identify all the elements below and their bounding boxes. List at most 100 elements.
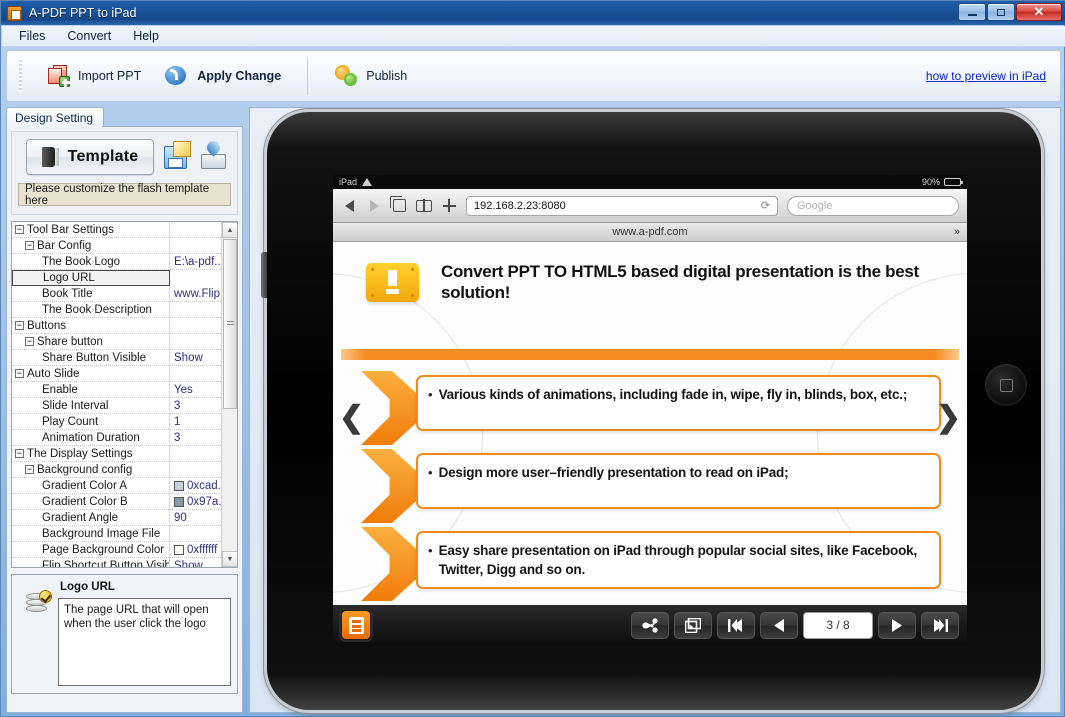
next-page-button[interactable] bbox=[878, 611, 916, 639]
property-name: − Auto Slide bbox=[12, 365, 170, 382]
scroll-down-button[interactable]: ▼ bbox=[222, 551, 237, 567]
property-row[interactable]: Book Title www.Flip... bbox=[12, 285, 221, 302]
property-value[interactable]: 0xffffff bbox=[170, 542, 221, 558]
scroll-thumb[interactable] bbox=[223, 239, 237, 409]
property-row[interactable]: Share Button Visible Show bbox=[12, 349, 221, 366]
property-value[interactable]: 0x97a... bbox=[170, 494, 221, 510]
property-value[interactable] bbox=[170, 318, 221, 334]
expander-icon[interactable]: − bbox=[25, 465, 34, 474]
property-value[interactable] bbox=[170, 366, 221, 382]
template-button[interactable]: Template bbox=[26, 139, 154, 175]
menu-item-convert[interactable]: Convert bbox=[58, 27, 120, 45]
how-to-preview-link[interactable]: how to preview in iPad bbox=[926, 69, 1046, 83]
player-controls: 3 / 8 bbox=[631, 611, 959, 639]
back-button[interactable] bbox=[341, 198, 357, 214]
property-row[interactable]: The Book Description bbox=[12, 301, 221, 318]
property-row[interactable]: Gradient Angle 90 bbox=[12, 509, 221, 526]
property-value[interactable] bbox=[170, 302, 221, 318]
property-row[interactable]: Animation Duration 3 bbox=[12, 429, 221, 446]
property-value[interactable] bbox=[170, 462, 221, 478]
property-row[interactable]: Background Image File bbox=[12, 525, 221, 542]
minimize-button[interactable] bbox=[958, 3, 986, 21]
property-row[interactable]: − Bar Config bbox=[12, 237, 221, 254]
slide-next-arrow[interactable]: ❯ bbox=[936, 403, 961, 433]
expander-icon[interactable]: − bbox=[25, 337, 34, 346]
property-row[interactable]: Page Background Color 0xffffff bbox=[12, 541, 221, 558]
bookmarks-button[interactable] bbox=[416, 198, 432, 214]
close-button[interactable]: ✕ bbox=[1016, 3, 1062, 21]
slide-prev-arrow[interactable]: ❮ bbox=[339, 403, 364, 433]
property-value[interactable] bbox=[170, 526, 221, 542]
publish-button[interactable]: Publish bbox=[322, 60, 419, 92]
property-value[interactable]: E:\a-pdf.... bbox=[170, 254, 221, 270]
tab-design-setting[interactable]: Design Setting bbox=[6, 107, 105, 127]
thumbnails-button[interactable] bbox=[674, 611, 712, 639]
toolbar-grip[interactable] bbox=[19, 60, 22, 92]
expander-icon[interactable]: − bbox=[15, 369, 24, 378]
property-value[interactable] bbox=[170, 222, 221, 238]
property-value[interactable] bbox=[170, 446, 221, 462]
property-row[interactable]: − Tool Bar Settings bbox=[12, 222, 221, 238]
property-row[interactable]: − Auto Slide bbox=[12, 365, 221, 382]
apply-change-button[interactable]: Apply Change bbox=[153, 60, 293, 92]
property-row[interactable]: Play Count 1 bbox=[12, 413, 221, 430]
import-ppt-button[interactable]: Import PPT bbox=[36, 60, 153, 92]
property-name: Animation Duration bbox=[12, 429, 170, 446]
ipad-home-button[interactable] bbox=[985, 364, 1027, 406]
new-tab-button[interactable] bbox=[441, 198, 457, 214]
property-value[interactable]: 0xcad... bbox=[170, 478, 221, 494]
share-button[interactable] bbox=[631, 611, 669, 639]
property-row[interactable]: Logo URL bbox=[12, 269, 221, 286]
first-page-button[interactable] bbox=[717, 611, 755, 639]
property-value[interactable]: 3 bbox=[170, 430, 221, 446]
property-row[interactable]: − Buttons bbox=[12, 317, 221, 334]
page-indicator[interactable]: 3 / 8 bbox=[803, 611, 873, 639]
property-value[interactable] bbox=[170, 269, 221, 286]
ipad-device-frame: iPad 90% 192.168.2.23:8080 ⟳ Google www.… bbox=[261, 112, 1041, 710]
property-row[interactable]: Gradient Color A 0xcad... bbox=[12, 477, 221, 494]
last-page-button[interactable] bbox=[921, 611, 959, 639]
forward-button[interactable] bbox=[366, 198, 382, 214]
property-value[interactable]: Show bbox=[170, 558, 221, 568]
more-bookmarks-icon[interactable]: » bbox=[954, 226, 960, 238]
search-input[interactable]: Google bbox=[787, 195, 959, 216]
property-row[interactable]: − Share button bbox=[12, 333, 221, 350]
property-value[interactable] bbox=[170, 238, 221, 254]
url-input[interactable]: 192.168.2.23:8080 ⟳ bbox=[466, 195, 778, 216]
property-row[interactable]: Gradient Color B 0x97a... bbox=[12, 493, 221, 510]
property-grid[interactable]: − Tool Bar Settings − Bar Config The Book Lo… bbox=[11, 221, 238, 568]
property-row[interactable]: − Background config bbox=[12, 461, 221, 478]
property-value[interactable]: 1 bbox=[170, 414, 221, 430]
property-value[interactable]: www.Flip... bbox=[170, 286, 221, 302]
window-controls: ✕ bbox=[958, 3, 1062, 21]
ipad-side-button[interactable] bbox=[261, 252, 267, 298]
tabs-button[interactable] bbox=[389, 196, 407, 214]
expander-icon[interactable]: − bbox=[15, 321, 24, 330]
property-row[interactable]: The Book Logo E:\a-pdf.... bbox=[12, 253, 221, 270]
menu-item-help[interactable]: Help bbox=[124, 27, 168, 45]
book-logo-button[interactable] bbox=[341, 610, 371, 640]
scroll-up-button[interactable]: ▲ bbox=[222, 222, 237, 238]
color-swatch-icon bbox=[174, 544, 184, 555]
property-value[interactable]: Yes bbox=[170, 382, 221, 398]
expander-icon[interactable]: − bbox=[15, 225, 24, 234]
save-settings-icon[interactable] bbox=[163, 141, 191, 172]
property-grid-scrollbar[interactable]: ▲ ▼ bbox=[221, 222, 237, 567]
previous-page-button[interactable] bbox=[760, 611, 798, 639]
bullet-number: 3 bbox=[373, 555, 383, 574]
property-row[interactable]: Flip Shortcut Button Visible Show bbox=[12, 557, 221, 568]
property-row[interactable]: − The Display Settings bbox=[12, 445, 221, 462]
menu-item-files[interactable]: Files bbox=[10, 27, 54, 45]
expander-icon[interactable]: − bbox=[15, 449, 24, 458]
load-settings-icon[interactable] bbox=[200, 138, 228, 172]
expander-icon[interactable]: − bbox=[25, 241, 34, 250]
property-value[interactable] bbox=[170, 334, 221, 350]
property-row[interactable]: Slide Interval 3 bbox=[12, 397, 221, 414]
reload-icon[interactable]: ⟳ bbox=[761, 199, 770, 212]
bookmark-item[interactable]: www.a-pdf.com bbox=[612, 226, 687, 238]
maximize-button[interactable] bbox=[987, 3, 1015, 21]
property-value[interactable]: Show bbox=[170, 350, 221, 366]
property-row[interactable]: Enable Yes bbox=[12, 381, 221, 398]
property-value[interactable]: 3 bbox=[170, 398, 221, 414]
property-value[interactable]: 90 bbox=[170, 510, 221, 526]
